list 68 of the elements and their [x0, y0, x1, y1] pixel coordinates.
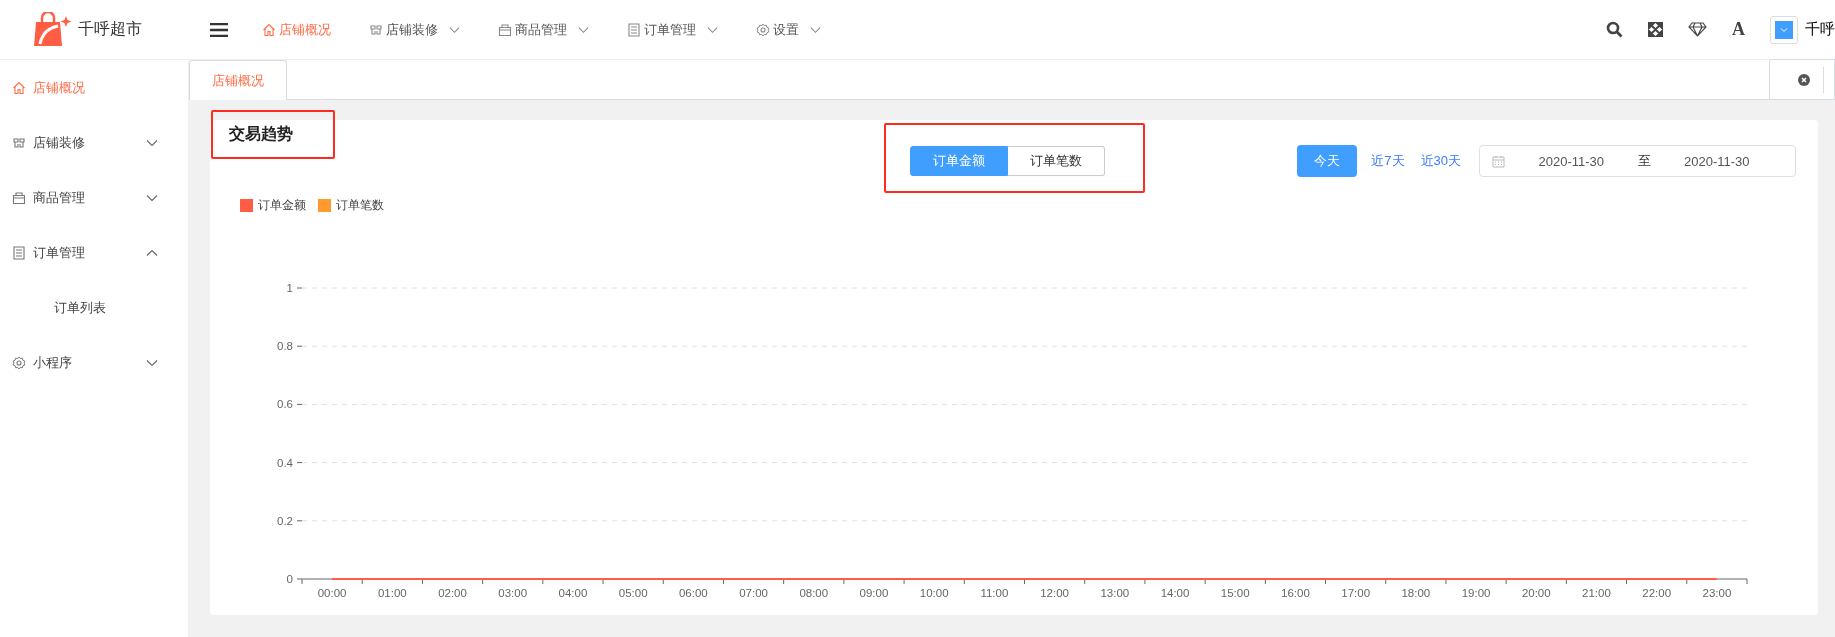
nav-item[interactable]: 商品管理 [498, 20, 589, 39]
menu-icon[interactable] [210, 22, 228, 37]
sidebar-item[interactable]: 店铺装修 [0, 115, 188, 170]
date-range-field[interactable]: 2020-11-30 至 2020-11-30 [1479, 145, 1796, 177]
x-tick-label: 23:00 [1702, 587, 1732, 599]
x-tick-label: 14:00 [1160, 587, 1190, 599]
x-tick-label: 08:00 [799, 587, 829, 599]
home-icon [262, 22, 276, 37]
card-title: 交易趋势 [229, 125, 293, 142]
x-tick-label: 03:00 [498, 587, 528, 599]
y-tick-label: 1 [286, 282, 293, 294]
x-tick-label: 07:00 [739, 587, 768, 599]
search-icon[interactable] [1606, 21, 1623, 38]
legend-label[interactable]: 订单金额 [258, 197, 306, 214]
sidebar-item[interactable]: 商品管理 [0, 170, 188, 225]
x-tick-label: 16:00 [1281, 587, 1310, 599]
start-date: 2020-11-30 [1537, 153, 1605, 169]
metric-toggle-button[interactable]: 订单笔数 [1007, 146, 1105, 176]
x-tick-label: 10:00 [919, 587, 949, 599]
home-icon [12, 80, 26, 95]
diamond-icon[interactable] [1688, 22, 1707, 37]
sidebar-item[interactable]: 订单管理 [0, 225, 188, 280]
x-tick-label: 22:00 [1642, 587, 1672, 599]
settings-icon [12, 355, 26, 370]
calendar-icon [1492, 154, 1505, 168]
x-tick-label: 00:00 [317, 587, 347, 599]
shopping-bag-logo-icon [32, 11, 72, 48]
y-tick-label: 0.8 [277, 340, 293, 353]
document-icon [627, 22, 641, 37]
y-tick-label: 0.4 [277, 456, 293, 469]
x-tick-label: 11:00 [980, 587, 1009, 599]
user-name[interactable]: 千呼 [1805, 20, 1835, 39]
nav-item[interactable]: 店铺装修 [369, 20, 460, 39]
x-tick-label: 15:00 [1220, 587, 1250, 599]
range-button[interactable]: 近30天 [1418, 145, 1463, 177]
x-tick-label: 12:00 [1040, 587, 1069, 599]
app-name: 千呼超市 [78, 19, 142, 39]
x-tick-label: 09:00 [859, 587, 889, 599]
settings-icon [756, 22, 770, 37]
x-tick-label: 01:00 [377, 587, 407, 599]
range-button[interactable]: 近7天 [1369, 145, 1407, 177]
close-circle-icon[interactable] [1798, 73, 1810, 86]
avatar-dropdown[interactable] [1770, 15, 1798, 44]
x-tick-label: 19:00 [1461, 587, 1491, 599]
box-icon [12, 190, 26, 205]
x-tick-label: 17:00 [1341, 587, 1371, 599]
legend-label[interactable]: 订单笔数 [336, 197, 384, 214]
fullscreen-icon[interactable] [1648, 22, 1663, 37]
y-tick-label: 0.2 [277, 514, 293, 527]
x-tick-label: 13:00 [1100, 587, 1130, 599]
x-tick-label: 04:00 [558, 587, 588, 599]
nav-item[interactable]: 设置 [756, 20, 821, 39]
x-tick-label: 06:00 [678, 587, 708, 599]
font-size-icon[interactable]: A [1732, 19, 1745, 40]
x-tick-label: 02:00 [438, 587, 467, 599]
x-tick-label: 18:00 [1401, 587, 1431, 599]
sidebar-item[interactable]: 小程序 [0, 335, 188, 390]
y-tick-label: 0.6 [277, 398, 293, 411]
end-date: 2020-11-30 [1682, 153, 1751, 169]
date-separator: 至 [1637, 152, 1651, 170]
x-tick-label: 21:00 [1582, 587, 1611, 599]
box-icon [498, 22, 512, 37]
sidebar-subitem[interactable]: 订单列表 [0, 280, 188, 335]
x-tick-label: 20:00 [1521, 587, 1551, 599]
document-icon [12, 245, 26, 260]
y-tick-label: 0 [286, 573, 293, 585]
x-tick-label: 05:00 [618, 587, 648, 599]
nav-item[interactable]: 订单管理 [627, 20, 718, 39]
